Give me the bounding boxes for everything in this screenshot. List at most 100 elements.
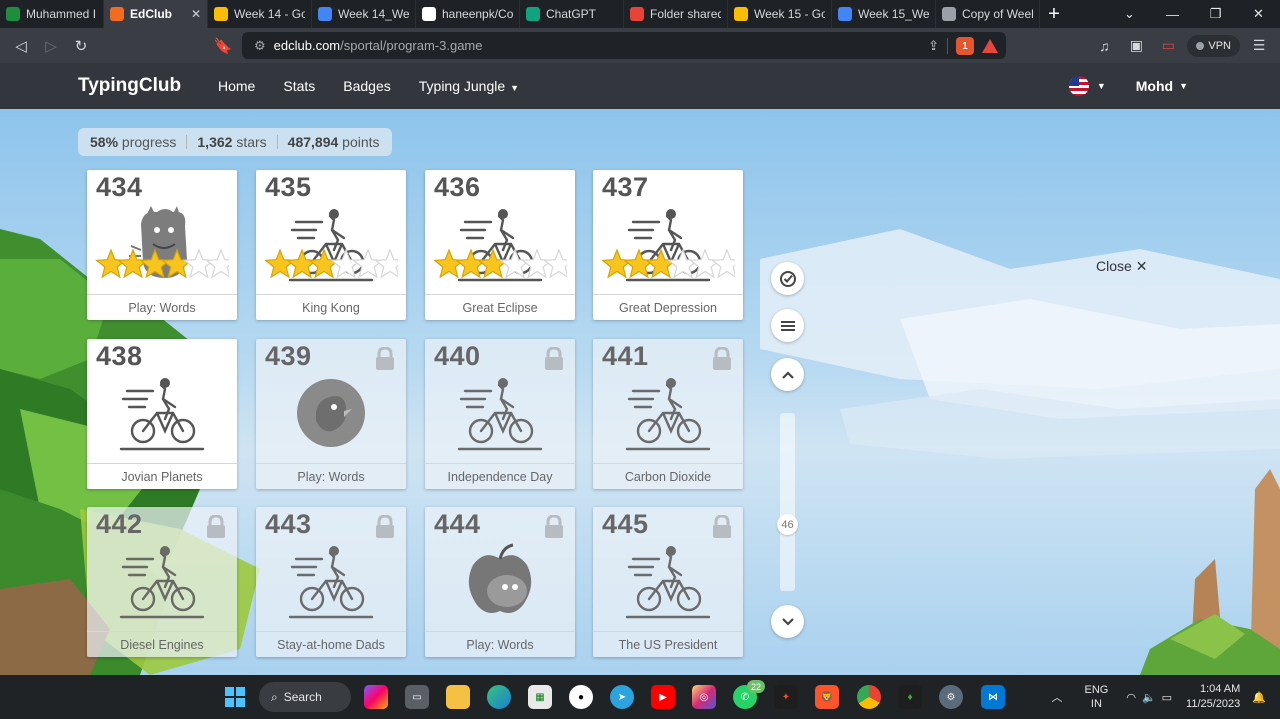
drive-icon (214, 7, 228, 21)
copilot-icon[interactable] (364, 685, 388, 709)
lesson-card[interactable]: 440 Independence Day (425, 339, 575, 489)
github-desktop-icon[interactable]: ● (569, 685, 593, 709)
user-menu[interactable]: Mohd ▼ (1136, 78, 1188, 94)
notification-badge: 22 (747, 680, 765, 693)
browser-tab[interactable]: Week 15 - Go (728, 0, 832, 28)
lesson-card[interactable]: 438 Jovian Planets (87, 339, 237, 489)
menu-icon[interactable]: ☰ (1246, 33, 1272, 59)
language-indicator[interactable]: ENG IN (1084, 683, 1108, 711)
edge-icon[interactable] (487, 685, 511, 709)
lesson-card[interactable]: 436 Great Eclipse (425, 170, 575, 320)
lesson-card[interactable]: 435 King Kong (256, 170, 406, 320)
brave-shields-icon[interactable]: 1 (956, 37, 974, 55)
wifi-icon[interactable]: ◠ (1126, 691, 1136, 704)
taskbar-search[interactable]: ⌕ Search (259, 682, 351, 712)
notification-bell-icon[interactable]: 🔔 (1252, 691, 1266, 704)
lesson-card[interactable]: 434 Play: Words (87, 170, 237, 320)
back-button[interactable]: ◁ (6, 31, 36, 61)
site-info-icon[interactable]: ⚙ (254, 38, 266, 54)
tab-label: Week 14_We (338, 7, 409, 21)
vscode-icon[interactable]: ⋈ (981, 685, 1005, 709)
chatgpt-icon (526, 7, 540, 21)
scroll-up-button[interactable] (771, 358, 804, 391)
chevron-up-icon (781, 370, 794, 379)
browser-tab[interactable]: Copy of Week (936, 0, 1040, 28)
chevron-up-icon[interactable]: ︿ (1051, 689, 1062, 705)
tab-label: Copy of Week (962, 7, 1033, 21)
brave-rewards-icon[interactable] (982, 39, 998, 53)
settings-gear-icon[interactable]: ⚙ (939, 685, 963, 709)
instagram-icon[interactable]: ◎ (692, 685, 716, 709)
store-icon[interactable]: ▦ (528, 685, 552, 709)
mongodb-icon[interactable]: ♦ (898, 685, 922, 709)
forward-button[interactable]: ▷ (36, 31, 66, 61)
nav-home[interactable]: Home (218, 78, 255, 94)
vpn-button[interactable]: VPN (1187, 34, 1240, 57)
restore-button[interactable]: ❐ (1194, 0, 1237, 28)
browser-tab[interactable]: Folder shared (624, 0, 728, 28)
wallet-icon[interactable]: ▭ (1155, 33, 1181, 59)
language-selector[interactable]: ▼ (1068, 76, 1106, 96)
bookmark-icon[interactable]: 🔖 (208, 31, 238, 61)
minimize-button[interactable]: — (1151, 0, 1194, 28)
browser-tab[interactable]: Week 14_We (312, 0, 416, 28)
browser-tab[interactable]: EdClub ✕ (104, 0, 208, 28)
progress-value: 58% (90, 134, 119, 150)
lesson-card[interactable]: 445 The US President (593, 507, 743, 657)
brave-icon[interactable]: 🦁 (815, 685, 839, 709)
lesson-card[interactable]: 437 Great Depression (593, 170, 743, 320)
lesson-card[interactable]: 443 Stay-at-home Dads (256, 507, 406, 657)
points-label: points (342, 134, 380, 150)
nav-stats[interactable]: Stats (283, 78, 315, 94)
tab-label: haneenpk/Co (442, 7, 513, 21)
lesson-card[interactable]: 444 Play: Words (425, 507, 575, 657)
docs-icon (838, 7, 852, 21)
task-view-icon[interactable]: ▭ (405, 685, 429, 709)
browser-tab[interactable]: haneenpk/Co (416, 0, 520, 28)
header-right: ▼ Mohd ▼ (1068, 76, 1188, 96)
close-button[interactable]: Close ✕ (1096, 258, 1148, 275)
close-tab-icon[interactable]: ✕ (191, 7, 201, 21)
nav-typing-jungle[interactable]: Typing Jungle ▼ (419, 78, 519, 94)
lesson-card[interactable]: 441 Carbon Dioxide (593, 339, 743, 489)
chrome-icon[interactable] (857, 685, 881, 709)
main-nav: Home Stats Badges Typing Jungle ▼ (218, 78, 519, 94)
browser-tab[interactable]: Muhammed I (0, 0, 104, 28)
close-window-button[interactable]: ✕ (1237, 0, 1280, 28)
volume-icon[interactable]: 🔈 (1142, 691, 1156, 704)
nav-badges[interactable]: Badges (343, 78, 390, 94)
list-view-button[interactable] (771, 309, 804, 342)
lesson-card[interactable]: 439 Play: Words (256, 339, 406, 489)
lesson-number: 434 (96, 172, 143, 202)
new-tab-button[interactable]: + (1040, 0, 1068, 28)
tab-list-chevron-icon[interactable]: ⌄ (1108, 0, 1151, 28)
youtube-icon[interactable]: ▶ (651, 685, 675, 709)
media-icon[interactable]: ♫ (1091, 33, 1117, 59)
typingclub-logo[interactable]: TypingClub (78, 75, 181, 97)
lesson-title: Great Eclipse (425, 294, 575, 320)
clock[interactable]: 1:04 AM 11/25/2023 (1186, 682, 1240, 712)
caret-down-icon: ▼ (510, 83, 520, 93)
figma-icon[interactable]: ✦ (774, 685, 798, 709)
sidebar-icon[interactable]: ▣ (1123, 33, 1149, 59)
start-button[interactable] (223, 685, 247, 709)
browser-tab[interactable]: ChatGPT (520, 0, 624, 28)
scroll-thumb[interactable]: 46 (777, 514, 798, 535)
scroll-down-button[interactable] (771, 605, 804, 638)
browser-tab[interactable]: Week 15_We (832, 0, 936, 28)
close-label: Close (1096, 258, 1132, 274)
tab-label: Week 14 - Go (234, 7, 305, 21)
share-icon[interactable]: ⇪ (928, 38, 939, 54)
gmail-icon (630, 7, 644, 21)
lesson-card[interactable]: 442 Diesel Engines (87, 507, 237, 657)
telegram-icon[interactable]: ➤ (610, 685, 634, 709)
file-explorer-icon[interactable] (446, 685, 470, 709)
reload-button[interactable]: ↻ (66, 31, 96, 61)
lesson-number: 442 (96, 509, 143, 539)
battery-icon[interactable]: ▭ (1162, 691, 1172, 704)
scroll-track[interactable] (780, 413, 795, 591)
address-bar[interactable]: ⚙ edclub.com/sportal/program-3.game ⇪ 1 (242, 32, 1006, 59)
browser-tab[interactable]: Week 14 - Go (208, 0, 312, 28)
completed-filter-button[interactable] (771, 262, 804, 295)
progress-stat: 58% progress (90, 134, 176, 150)
